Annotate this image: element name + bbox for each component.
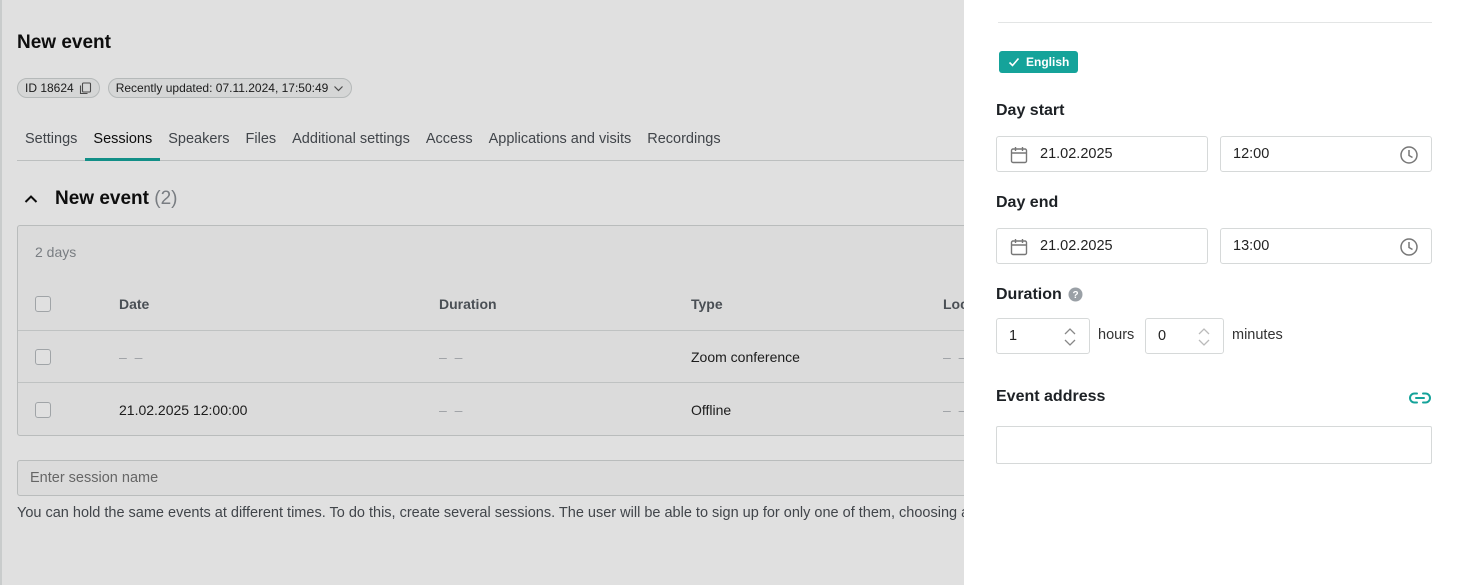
table-header: Date Duration Type Loc [18,278,964,331]
row-date: 21.02.2025 12:00:00 [119,402,248,418]
updated-chip-label: Recently updated: 07.11.2024, 17:50:49 [115,81,329,95]
day-end-time-field[interactable]: 13:00 [1220,228,1432,264]
duration-minutes-stepper[interactable]: 0 [1145,318,1224,354]
svg-text:?: ? [1072,290,1078,301]
page-title: New event [17,32,111,53]
check-icon [1008,57,1020,67]
chevron-up-icon[interactable] [23,191,39,207]
tab-speakers[interactable]: Speakers [160,118,237,161]
calendar-icon [1010,239,1028,256]
day-start-date-value: 21.02.2025 [1040,146,1113,162]
sessions-hint: You can hold the same events at differen… [17,505,964,521]
session-group-title: New event (2) [55,188,178,210]
tab-files[interactable]: Files [238,118,285,161]
stepper-arrows-icon[interactable] [1197,325,1211,349]
header-type: Type [691,296,723,312]
stepper-arrows-icon[interactable] [1063,325,1077,349]
language-badge[interactable]: English [999,51,1079,73]
event-page: New event ID 18624 Recently updated: 07.… [0,0,964,585]
day-end-date-field[interactable]: 21.02.2025 [996,228,1208,264]
chevron-down-icon [334,85,344,91]
id-chip-label: ID 18624 [25,81,74,95]
row-date: – – [119,348,145,365]
event-address-input[interactable] [996,426,1432,464]
duration-hours-stepper[interactable]: 1 [996,318,1090,354]
session-group-header: New event (2) [17,188,178,210]
row-location: – – [943,402,964,418]
event-address-label: Event address [996,388,1106,405]
day-end-time-value: 13:00 [1233,238,1270,254]
table-row[interactable]: 21.02.2025 12:00:00 – – Offline – – [18,384,964,436]
duration-label: Duration [996,286,1062,303]
clock-icon[interactable] [1399,237,1419,257]
row-duration: – – [439,402,465,418]
row-checkbox[interactable] [35,348,51,365]
tab-sessions[interactable]: Sessions [85,118,161,161]
day-start-time-value: 12:00 [1233,146,1270,162]
tab-access[interactable]: Access [418,118,481,161]
header-date: Date [119,296,150,312]
clock-icon[interactable] [1399,145,1419,165]
session-name-input[interactable] [17,460,964,496]
days-label: 2 days [35,244,77,260]
meta-chips: ID 18624 Recently updated: 07.11.2024, 1… [17,78,353,98]
day-start-date-field[interactable]: 21.02.2025 [996,136,1208,172]
tab-applications-and-visits[interactable]: Applications and visits [481,118,640,161]
hours-unit: hours [1098,327,1135,343]
row-checkbox[interactable] [35,402,51,418]
table-row[interactable]: – – – – Zoom conference – – [18,331,964,383]
calendar-icon [1010,147,1028,164]
select-all-checkbox[interactable] [35,296,51,312]
updated-chip[interactable]: Recently updated: 07.11.2024, 17:50:49 [107,78,353,98]
tab-bar: Settings Sessions Speakers Files Additio… [17,118,964,161]
row-duration: – – [439,348,465,365]
help-icon[interactable]: ? [1068,287,1083,302]
day-start-label: Day start [996,102,1065,119]
duration-minutes-value: 0 [1158,328,1167,344]
panel-divider [998,22,1432,23]
tab-settings[interactable]: Settings [17,118,85,161]
session-edit-panel: English Day start 21.02.2025 12:00 Day e… [964,0,1464,585]
day-end-label: Day end [996,194,1059,211]
row-type: Offline [691,402,732,418]
header-location: Loc [943,296,964,312]
link-icon[interactable] [1408,389,1432,407]
id-chip[interactable]: ID 18624 [17,78,100,98]
minutes-unit: minutes [1232,327,1283,343]
duration-label-row: Duration? [996,286,1083,304]
row-location: – – [943,348,964,365]
day-start-time-field[interactable]: 12:00 [1220,136,1432,172]
tab-recordings[interactable]: Recordings [639,118,728,161]
language-badge-label: English [1026,55,1070,69]
day-end-date-value: 21.02.2025 [1040,238,1113,254]
copy-icon[interactable] [79,81,92,95]
tab-additional-settings[interactable]: Additional settings [284,118,418,161]
row-type: Zoom conference [691,348,800,365]
sessions-table: 2 days Date Duration Type Loc – – – – Zo… [17,225,964,436]
session-group-name: New event [55,188,149,209]
session-group-count: (2) [154,188,178,209]
duration-hours-value: 1 [1009,328,1018,344]
header-duration: Duration [439,296,497,312]
